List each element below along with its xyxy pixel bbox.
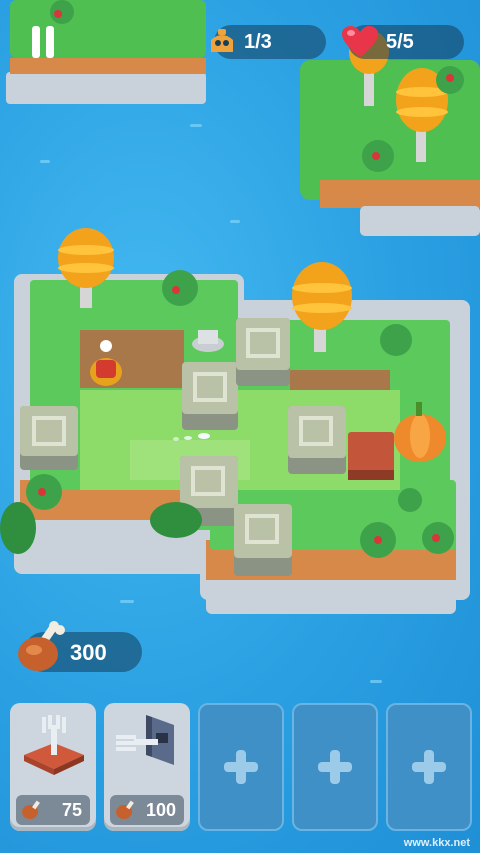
- wall-fork-trap-icon: [116, 715, 174, 765]
- empty-card-slot[interactable]: [386, 703, 472, 831]
- trap-card-wall-fork[interactable]: 100: [104, 703, 190, 831]
- drumstick-icon: [22, 800, 40, 819]
- enemy-icon: [211, 29, 233, 52]
- pause-icon: [32, 26, 40, 58]
- stone-block: [234, 504, 292, 576]
- plus-icon: [318, 750, 352, 784]
- stone-block: [236, 318, 290, 386]
- lives-counter: 5/5: [342, 25, 464, 59]
- stone-block: [20, 406, 78, 470]
- watermark: www.kkx.net: [403, 837, 470, 849]
- lives-count-text: 5/5: [386, 30, 414, 53]
- pause-button[interactable]: [24, 22, 64, 66]
- island-top-right: [300, 30, 480, 236]
- enemy-count-text: 1/3: [244, 30, 272, 53]
- trap-cost: 100: [110, 795, 184, 825]
- fork-trap-icon: [24, 715, 84, 775]
- trap-cost: 75: [16, 795, 90, 825]
- food-amount: 300: [70, 640, 107, 665]
- empty-card-slot[interactable]: [198, 703, 284, 831]
- trap-cost-value: 100: [145, 799, 176, 820]
- heart-icon: [342, 26, 378, 57]
- trap-card-fork[interactable]: 75: [10, 703, 96, 831]
- stone-block: [288, 406, 346, 474]
- plus-icon: [224, 750, 258, 784]
- drumstick-icon: [18, 621, 65, 671]
- drumstick-icon: [116, 800, 134, 819]
- enemy-counter: 1/3: [211, 25, 326, 59]
- trap-cost-value: 75: [61, 799, 82, 820]
- plus-icon: [412, 750, 446, 784]
- empty-card-slot[interactable]: [292, 703, 378, 831]
- stone-block: [182, 362, 238, 430]
